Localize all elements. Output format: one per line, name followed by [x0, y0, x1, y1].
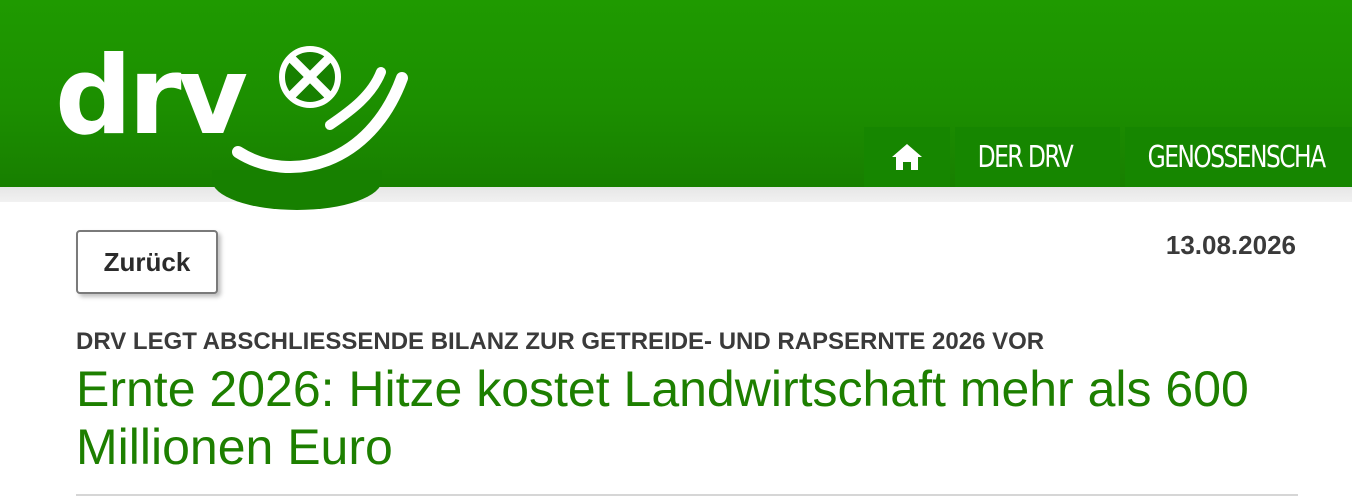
article-headline: Ernte 2026: Hitze kostet Landwirtschaft … [76, 361, 1249, 475]
divider [76, 494, 1298, 496]
nav-label: DER DRV [977, 139, 1074, 175]
page: drv DER DRV GENOSSENSCHA Zurück 13.08.20… [0, 0, 1352, 500]
main-navigation: DER DRV GENOSSENSCHA [864, 127, 1352, 187]
nav-item-der-drv[interactable]: DER DRV [955, 127, 1120, 187]
raiffeisen-cross-icon [279, 46, 341, 108]
nav-item-genossenschaften[interactable]: GENOSSENSCHA [1125, 127, 1352, 187]
article-kicker: DRV LEGT ABSCHLIESSENDE BILANZ ZUR GETRE… [76, 328, 1045, 355]
drv-logo[interactable]: drv [0, 0, 460, 220]
article-date: 13.08.2026 [1165, 230, 1296, 260]
nav-label: GENOSSENSCHA [1147, 139, 1326, 175]
home-icon [892, 144, 922, 170]
logo-text: drv [55, 34, 247, 159]
nav-home[interactable] [864, 127, 950, 187]
back-button[interactable]: Zurück [76, 230, 218, 294]
